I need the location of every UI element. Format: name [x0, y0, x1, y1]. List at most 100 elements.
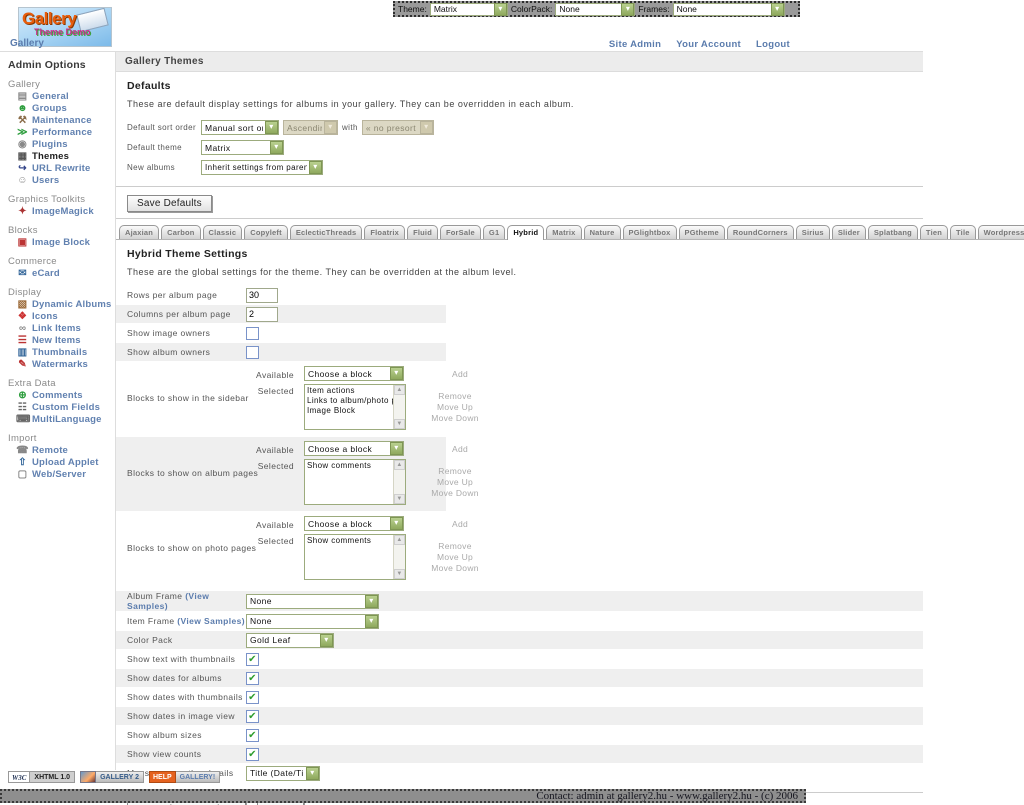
scroll-down-icon[interactable]: ▼ — [394, 419, 405, 429]
your-account-link[interactable]: Your Account — [676, 39, 741, 50]
show-dates-albums-checkbox[interactable] — [246, 672, 259, 685]
blocks-album-selected-list[interactable]: Show comments ▲ ▼ — [304, 459, 406, 505]
breadcrumb[interactable]: Gallery — [10, 38, 44, 49]
remove-link[interactable]: Remove — [438, 391, 471, 401]
show-text-thumbs-checkbox[interactable] — [246, 653, 259, 666]
blocks-photo-available-select[interactable]: Choose a block ▾ — [304, 516, 404, 531]
tab-classic[interactable]: Classic — [203, 225, 243, 239]
tab-carbon[interactable]: Carbon — [161, 225, 200, 239]
sidebar-item-icons[interactable]: ❖Icons — [16, 311, 115, 322]
add-link[interactable]: Add — [430, 519, 490, 529]
sidebar-item-watermarks[interactable]: ✎Watermarks — [16, 359, 115, 370]
blocks-sidebar-available-select[interactable]: Choose a block ▾ — [304, 366, 404, 381]
tab-tien[interactable]: Tien — [920, 225, 948, 239]
gallery2-badge[interactable]: GALLERY 2 — [80, 771, 144, 783]
add-link[interactable]: Add — [430, 444, 490, 454]
add-link[interactable]: Add — [430, 369, 490, 379]
remove-link[interactable]: Remove — [438, 466, 471, 476]
site-admin-link[interactable]: Site Admin — [609, 39, 661, 50]
move-up-link[interactable]: Move Up — [437, 402, 473, 412]
sidebar-item-performance[interactable]: ≫Performance — [16, 127, 115, 138]
w3c-xhtml-badge[interactable]: W3C XHTML 1.0 — [8, 771, 75, 783]
scroll-up-icon[interactable]: ▲ — [394, 460, 405, 470]
view-samples-link[interactable]: (View Samples) — [177, 616, 245, 626]
tab-ajaxian[interactable]: Ajaxian — [119, 225, 159, 239]
list-option[interactable]: Show comments — [307, 461, 393, 471]
sidebar-item-link-items[interactable]: ∞Link Items — [16, 323, 115, 334]
sidebar-item-upload-applet[interactable]: ⇧Upload Applet — [16, 457, 115, 468]
move-up-link[interactable]: Move Up — [437, 552, 473, 562]
list-option[interactable]: Links to album/photo peers — [307, 396, 393, 406]
sidebar-item-themes[interactable]: ▦Themes — [16, 151, 115, 162]
sort-order-select[interactable]: Manual sort order ▾ — [201, 120, 279, 135]
sidebar-item-multilanguage[interactable]: ⌨MultiLanguage — [16, 414, 115, 425]
listbox-scrollbar[interactable]: ▲ ▼ — [393, 385, 405, 429]
tab-fluid[interactable]: Fluid — [407, 225, 438, 239]
listbox-scrollbar[interactable]: ▲ ▼ — [393, 460, 405, 504]
tab-g1[interactable]: G1 — [483, 225, 505, 239]
blocks-photo-selected-list[interactable]: Show comments ▲ ▼ — [304, 534, 406, 580]
sidebar-item-url-rewrite[interactable]: ↪URL Rewrite — [16, 163, 115, 174]
sidebar-item-plugins[interactable]: ◉Plugins — [16, 139, 115, 150]
sidebar-item-thumbnails[interactable]: ▥Thumbnails — [16, 347, 115, 358]
move-down-link[interactable]: Move Down — [431, 488, 479, 498]
remove-link[interactable]: Remove — [438, 541, 471, 551]
sidebar-item-image-block[interactable]: ▣Image Block — [16, 237, 115, 248]
sidebar-item-ecard[interactable]: ✉eCard — [16, 268, 115, 279]
tab-eclecticthreads[interactable]: EclecticThreads — [290, 225, 363, 239]
color-pack-select[interactable]: Gold Leaf ▾ — [246, 633, 334, 648]
listbox-scrollbar[interactable]: ▲ ▼ — [393, 535, 405, 579]
item-frame-select[interactable]: None ▾ — [246, 614, 379, 629]
tab-wordpressembedded[interactable]: WordpressEmbedded — [978, 225, 1024, 239]
sidebar-item-web-server[interactable]: ▢Web/Server — [16, 469, 115, 480]
show-album-owners-checkbox[interactable] — [246, 346, 259, 359]
sidebar-item-general[interactable]: ▤General — [16, 91, 115, 102]
sidebar-item-dynamic-albums[interactable]: ▧Dynamic Albums — [16, 299, 115, 310]
tab-copyleft[interactable]: Copyleft — [244, 225, 288, 239]
scroll-down-icon[interactable]: ▼ — [394, 494, 405, 504]
mouseover-select[interactable]: Title (Date/Time) ▾ — [246, 766, 320, 781]
show-image-owners-checkbox[interactable] — [246, 327, 259, 340]
sidebar-item-imagemagick[interactable]: ✦ImageMagick — [16, 206, 115, 217]
tab-forsale[interactable]: ForSale — [440, 225, 481, 239]
blocks-sidebar-selected-list[interactable]: Item actionsLinks to album/photo peersIm… — [304, 384, 406, 430]
show-dates-image-checkbox[interactable] — [246, 710, 259, 723]
save-defaults-button[interactable]: Save Defaults — [127, 195, 212, 212]
tab-nature[interactable]: Nature — [584, 225, 621, 239]
blocks-album-available-select[interactable]: Choose a block ▾ — [304, 441, 404, 456]
sidebar-item-remote[interactable]: ☎Remote — [16, 445, 115, 456]
tab-roundcorners[interactable]: RoundCorners — [727, 225, 794, 239]
tab-pgtheme[interactable]: PGtheme — [679, 225, 725, 239]
tab-tile[interactable]: Tile — [950, 225, 976, 239]
new-albums-select[interactable]: Inherit settings from parent album ▾ — [201, 160, 323, 175]
default-theme-select[interactable]: Matrix ▾ — [201, 140, 284, 155]
sidebar-item-maintenance[interactable]: ⚒Maintenance — [16, 115, 115, 126]
sidebar-item-groups[interactable]: ☻Groups — [16, 103, 115, 114]
move-down-link[interactable]: Move Down — [431, 563, 479, 573]
list-option[interactable]: Image Block — [307, 406, 393, 416]
tab-hybrid[interactable]: Hybrid — [507, 225, 544, 240]
album-frame-select[interactable]: None ▾ — [246, 594, 379, 609]
show-album-sizes-checkbox[interactable] — [246, 729, 259, 742]
sidebar-item-custom-fields[interactable]: ☷Custom Fields — [16, 402, 115, 413]
scroll-down-icon[interactable]: ▼ — [394, 569, 405, 579]
move-down-link[interactable]: Move Down — [431, 413, 479, 423]
help-gallery-badge[interactable]: HELP GALLERY! — [149, 771, 220, 783]
sidebar-item-new-items[interactable]: ☰New Items — [16, 335, 115, 346]
sidebar-item-comments[interactable]: ⊕Comments — [16, 390, 115, 401]
rows-per-page-input[interactable] — [246, 288, 278, 303]
list-option[interactable]: Item actions — [307, 386, 393, 396]
sidebar-item-users[interactable]: ☺Users — [16, 175, 115, 186]
tab-pglightbox[interactable]: PGlightbox — [623, 225, 677, 239]
list-option[interactable]: Show comments — [307, 536, 393, 546]
cols-per-page-input[interactable] — [246, 307, 278, 322]
show-dates-thumbs-checkbox[interactable] — [246, 691, 259, 704]
tab-floatrix[interactable]: Floatrix — [364, 225, 405, 239]
logout-link[interactable]: Logout — [756, 39, 790, 50]
tab-splatbang[interactable]: Splatbang — [868, 225, 918, 239]
move-up-link[interactable]: Move Up — [437, 477, 473, 487]
scroll-up-icon[interactable]: ▲ — [394, 385, 405, 395]
tab-matrix[interactable]: Matrix — [546, 225, 581, 239]
tab-slider[interactable]: Slider — [832, 225, 866, 239]
tab-sirius[interactable]: Sirius — [796, 225, 830, 239]
